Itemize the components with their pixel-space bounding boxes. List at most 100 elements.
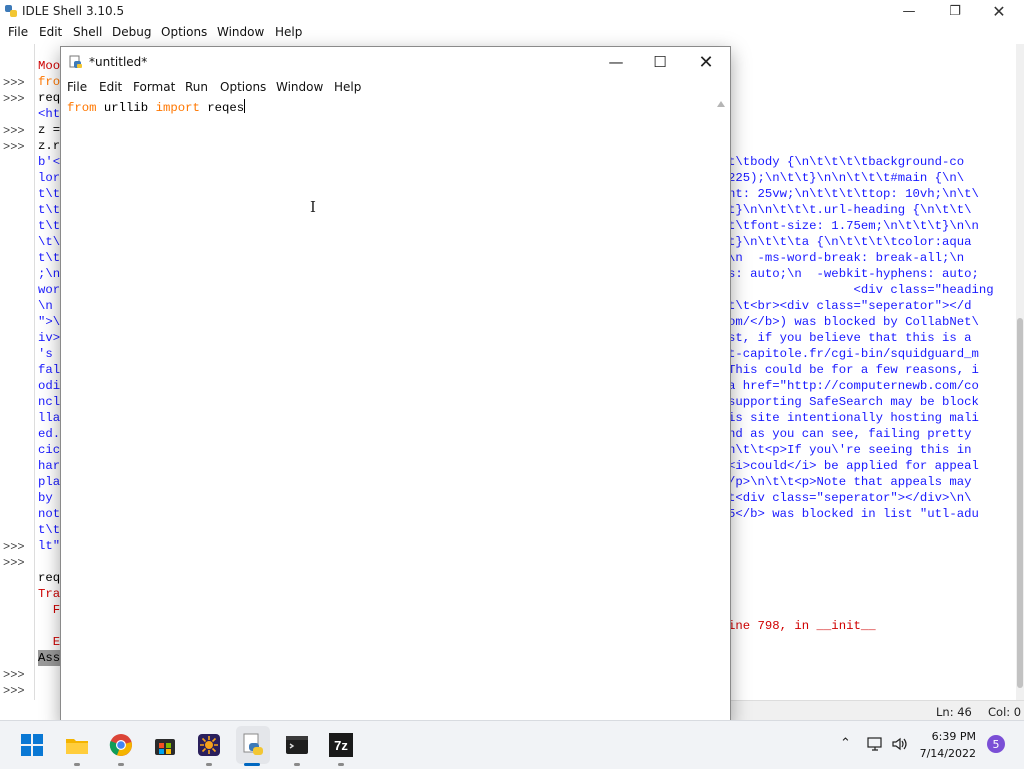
terminal-icon[interactable]	[285, 733, 309, 757]
shell-line: fal	[38, 363, 61, 377]
active-indicator	[244, 763, 260, 766]
editor-minimize-button[interactable]: —	[593, 47, 639, 77]
shell-line: z =	[38, 123, 61, 137]
shell-line: Ass	[38, 651, 61, 665]
network-icon[interactable]	[866, 736, 884, 752]
editor-text-area[interactable]: from urllib import reqes I	[61, 97, 713, 723]
shell-line: t\t	[38, 187, 61, 201]
shell-line: wor	[38, 283, 61, 297]
import-name: reqes	[199, 101, 245, 115]
shell-menu-shell[interactable]: Shell	[73, 25, 102, 39]
sun-app-icon[interactable]	[197, 733, 221, 757]
chevron-up-icon[interactable]: ⌃	[840, 736, 851, 751]
7zip-icon[interactable]: 7z	[329, 733, 353, 757]
editor-menu-format[interactable]: Format	[133, 80, 175, 94]
clock-date[interactable]: 7/14/2022	[914, 747, 976, 760]
7zip-label: 7z	[334, 737, 348, 753]
editor-menu-edit[interactable]: Edit	[99, 80, 122, 94]
shell-prompt: >>>	[3, 76, 25, 90]
scroll-up-arrow-icon[interactable]	[717, 101, 725, 107]
editor-title: *untitled*	[89, 55, 148, 69]
shell-minimize-button[interactable]: —	[886, 0, 932, 22]
shell-output-line: t<div class="seperator"></div>\n\	[728, 491, 972, 505]
editor-menu-file[interactable]: File	[67, 80, 87, 94]
shell-output-line: 5</b> was blocked in list "utl-adu	[728, 507, 979, 521]
shell-menu-window[interactable]: Window	[217, 25, 264, 39]
shell-line: E	[38, 635, 61, 649]
shell-menu-help[interactable]: Help	[275, 25, 302, 39]
shell-output-line: a href="http://computernewb.com/co	[728, 379, 979, 393]
shell-line: fro	[38, 75, 61, 89]
shell-line: iv>	[38, 331, 61, 345]
shell-prompt-gutter: >>> >>> >>> >>> >>> >>> >>> >>>	[0, 44, 34, 700]
shell-output-line: <div class="heading	[728, 283, 994, 297]
shell-menu-file[interactable]: File	[8, 25, 28, 39]
shell-line: z.r	[38, 139, 61, 153]
shell-line: lla	[38, 411, 61, 425]
shell-output-line: 225);\n\t\t}\n\n\t\t\t#main {\n\	[728, 171, 965, 185]
shell-line: t\t	[38, 219, 61, 233]
shell-output-line: This could be for a few reasons, i	[728, 363, 979, 377]
shell-output-line: t\tfont-size: 1.75em;\n\t\t\t}\n\n	[728, 219, 979, 233]
volume-icon[interactable]	[891, 736, 909, 752]
shell-prompt: >>>	[3, 140, 25, 154]
shell-titlebar[interactable]: IDLE Shell 3.10.5 — ❐ ✕	[0, 0, 1024, 22]
start-icon[interactable]	[20, 733, 44, 757]
shell-prompt: >>>	[3, 668, 25, 682]
editor-menu-window[interactable]: Window	[276, 80, 323, 94]
shell-line: odi	[38, 379, 61, 393]
chrome-icon[interactable]	[109, 733, 133, 757]
shell-line: t\t	[38, 203, 61, 217]
editor-menu-run[interactable]: Run	[185, 80, 208, 94]
shell-line: <ht	[38, 107, 61, 121]
shell-line: by	[38, 491, 61, 505]
shell-output-line: t\t<br><div class="seperator"></d	[728, 299, 972, 313]
shell-restore-button[interactable]: ❐	[932, 0, 978, 22]
clock-time[interactable]: 6:39 PM	[920, 730, 976, 743]
shell-menu-debug[interactable]: Debug	[112, 25, 151, 39]
running-indicator	[338, 763, 344, 766]
shell-line: ">\	[38, 315, 61, 329]
shell-line: cic	[38, 443, 61, 457]
editor-window: *untitled* — ☐ ✕ File Edit Format Run Op…	[60, 46, 731, 724]
shell-line: ncl	[38, 395, 61, 409]
shell-output-line: om/</b>) was blocked by CollabNet\	[728, 315, 979, 329]
shell-scrollbar-thumb[interactable]	[1017, 318, 1023, 688]
editor-maximize-button[interactable]: ☐	[637, 47, 683, 77]
shell-menu-options[interactable]: Options	[161, 25, 207, 39]
shell-title: IDLE Shell 3.10.5	[22, 4, 125, 18]
shell-output-line: t-capitole.fr/cgi-bin/squidguard_m	[728, 347, 979, 361]
shell-output-line: is site intentionally hosting mali	[728, 411, 979, 425]
shell-line: F	[38, 603, 61, 617]
shell-line: Tra	[38, 587, 61, 601]
shell-line: ;\n	[38, 267, 61, 281]
shell-output-line: nd as you can see, failing pretty	[728, 427, 972, 441]
shell-close-button[interactable]: ✕	[976, 0, 1022, 22]
shell-menu-edit[interactable]: Edit	[39, 25, 62, 39]
shell-prompt: >>>	[3, 540, 25, 554]
python-idle-icon[interactable]	[241, 733, 265, 757]
editor-menu-help[interactable]: Help	[334, 80, 361, 94]
shell-line: har	[38, 459, 61, 473]
running-indicator	[74, 763, 80, 766]
editor-scrollbar[interactable]	[713, 97, 729, 723]
editor-menu-options[interactable]: Options	[220, 80, 266, 94]
store-icon[interactable]	[153, 733, 177, 757]
shell-line: not	[38, 507, 61, 521]
editor-close-button[interactable]: ✕	[683, 47, 729, 77]
shell-line: ed.	[38, 427, 61, 441]
shell-prompt: >>>	[3, 92, 25, 106]
shell-line: b'<	[38, 155, 61, 169]
shell-line: req	[38, 571, 61, 585]
keyword-from: from	[67, 101, 97, 115]
shell-output-line: nt: 25vw;\n\t\t\t\ttop: 10vh;\n\t\	[728, 187, 979, 201]
taskbar: 7z ⌃ 6:39 PM 7/14/2022 5	[0, 720, 1024, 769]
shell-statusbar: Ln: 46 Col: 0	[730, 700, 1024, 721]
ibeam-cursor-icon: I	[310, 198, 316, 216]
editor-titlebar[interactable]: *untitled* — ☐ ✕	[61, 47, 730, 77]
text-caret	[244, 99, 246, 113]
notification-badge[interactable]: 5	[987, 735, 1005, 753]
shell-line: t\t	[38, 251, 61, 265]
file-explorer-icon[interactable]	[65, 733, 89, 757]
shell-line: pla	[38, 475, 61, 489]
